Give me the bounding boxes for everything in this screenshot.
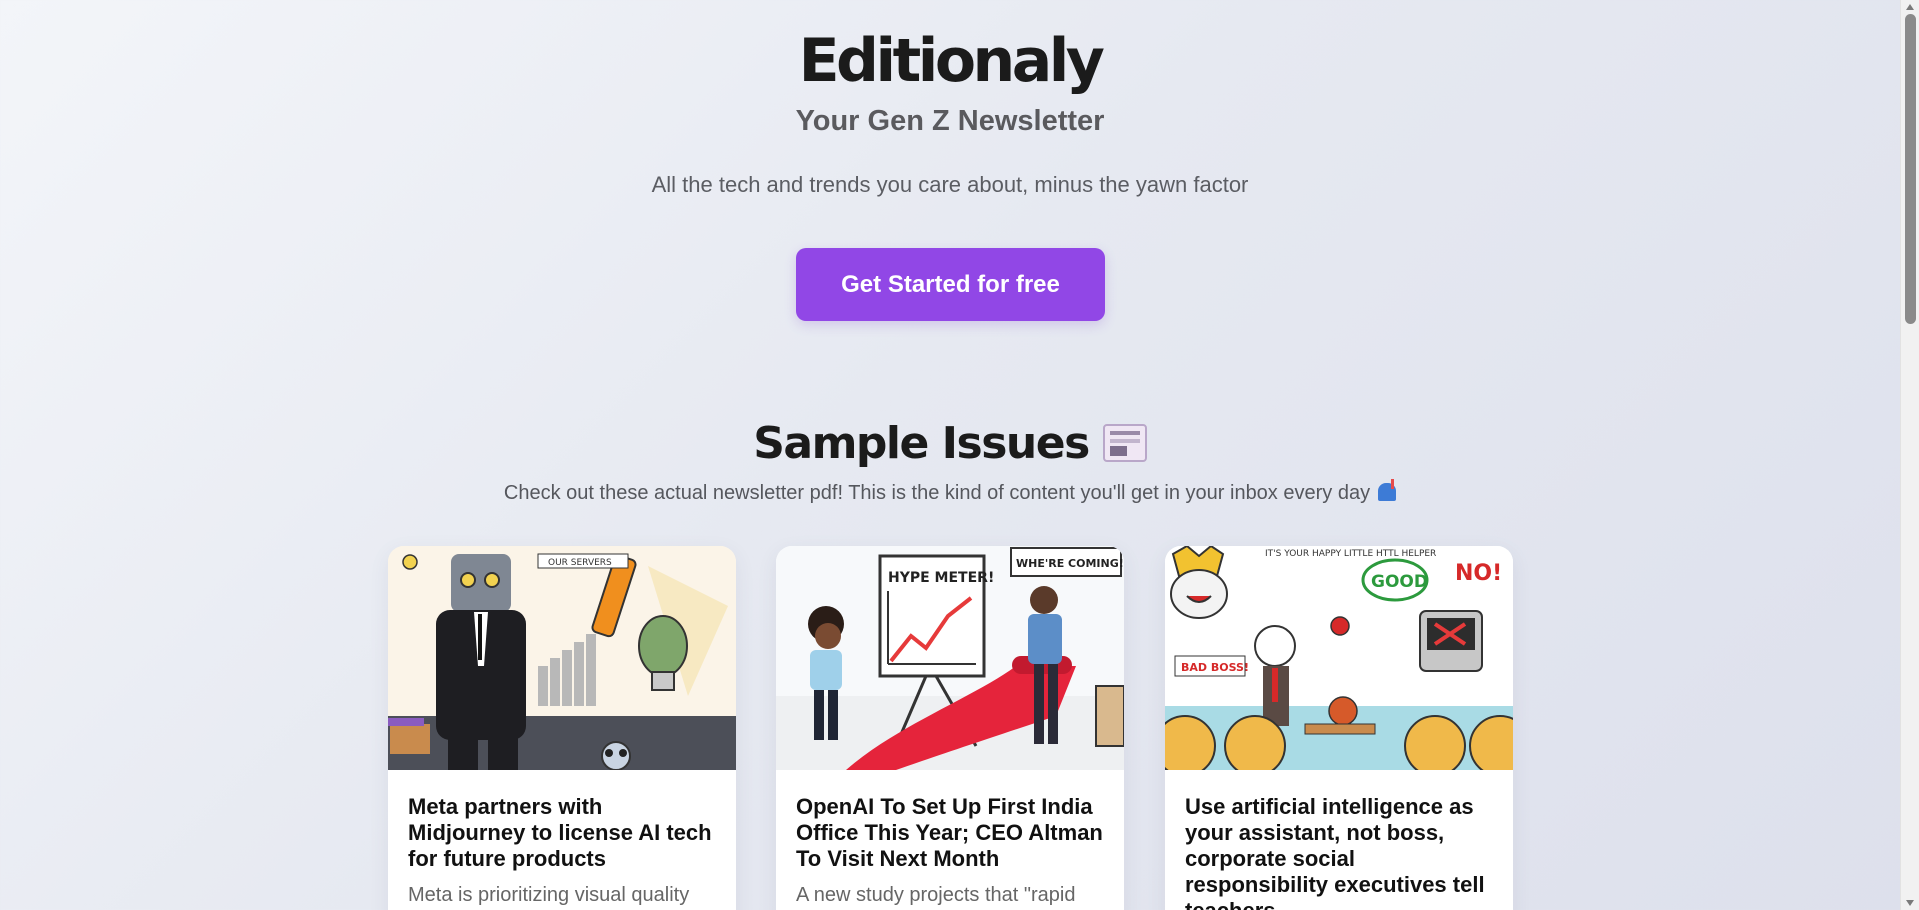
robot-businessman-illustration: OUR SERVERS [388,546,736,770]
card-excerpt: A new study projects that "rapid [796,884,1076,906]
scrollbar-thumb[interactable] [1905,14,1916,324]
scroll-up-arrow-icon[interactable] [1906,4,1914,10]
sample-issues-grid: OUR SERVERS Meta partners with Midjourne… [388,546,1514,910]
ai-helper-classroom-illustration: IT'S YOUR HAPPY LITTLE HTTL HELPER GOOD … [1165,546,1513,770]
hero-subtitle: All the tech and trends you care about, … [651,172,1249,197]
scroll-down-arrow-icon[interactable] [1906,900,1914,906]
card-title: OpenAI To Set Up First India Office This… [796,794,1103,871]
section-subtitle: Check out these actual newsletter pdf! T… [0,479,1900,505]
newspaper-icon [1102,424,1147,462]
section-subtitle-text: Check out these actual newsletter pdf! T… [503,482,1371,504]
section-title: Sample Issues [0,414,1900,474]
card-image-text: OUR SERVERS [548,558,612,568]
mailbox-icon [1378,479,1397,501]
section-title-text: Sample Issues [753,418,1090,469]
tagline: Your Gen Z Newsletter [795,105,1105,137]
card-title: Meta partners with Midjourney to license… [408,794,712,871]
landing-page: Editionaly Your Gen Z Newsletter All the… [0,0,1900,910]
card-image-text: WHE'RE COMING! [1016,557,1124,570]
card-image-text: IT'S YOUR HAPPY LITTLE HTTL HELPER [1265,549,1436,559]
issue-card[interactable]: IT'S YOUR HAPPY LITTLE HTTL HELPER GOOD … [1165,546,1513,910]
card-image-text: BAD BOSS! [1181,661,1249,674]
card-title: Use artificial intelligence as your assi… [1185,794,1485,910]
issue-card[interactable]: OUR SERVERS Meta partners with Midjourne… [388,546,736,910]
page-scrollbar[interactable] [1900,0,1919,910]
card-image-text: GOOD [1371,572,1428,592]
card-image-text: NO! [1455,561,1502,586]
card-excerpt: Meta is prioritizing visual quality [408,884,690,906]
get-started-button[interactable]: Get Started for free [796,248,1105,321]
card-image-text: HYPE METER! [888,570,994,586]
brand-logo: Editionaly [798,26,1105,96]
issue-card[interactable]: HYPE METER! WHE'RE COMING! OpenAI To Set… [776,546,1124,910]
hype-meter-illustration: HYPE METER! WHE'RE COMING! [776,546,1124,770]
